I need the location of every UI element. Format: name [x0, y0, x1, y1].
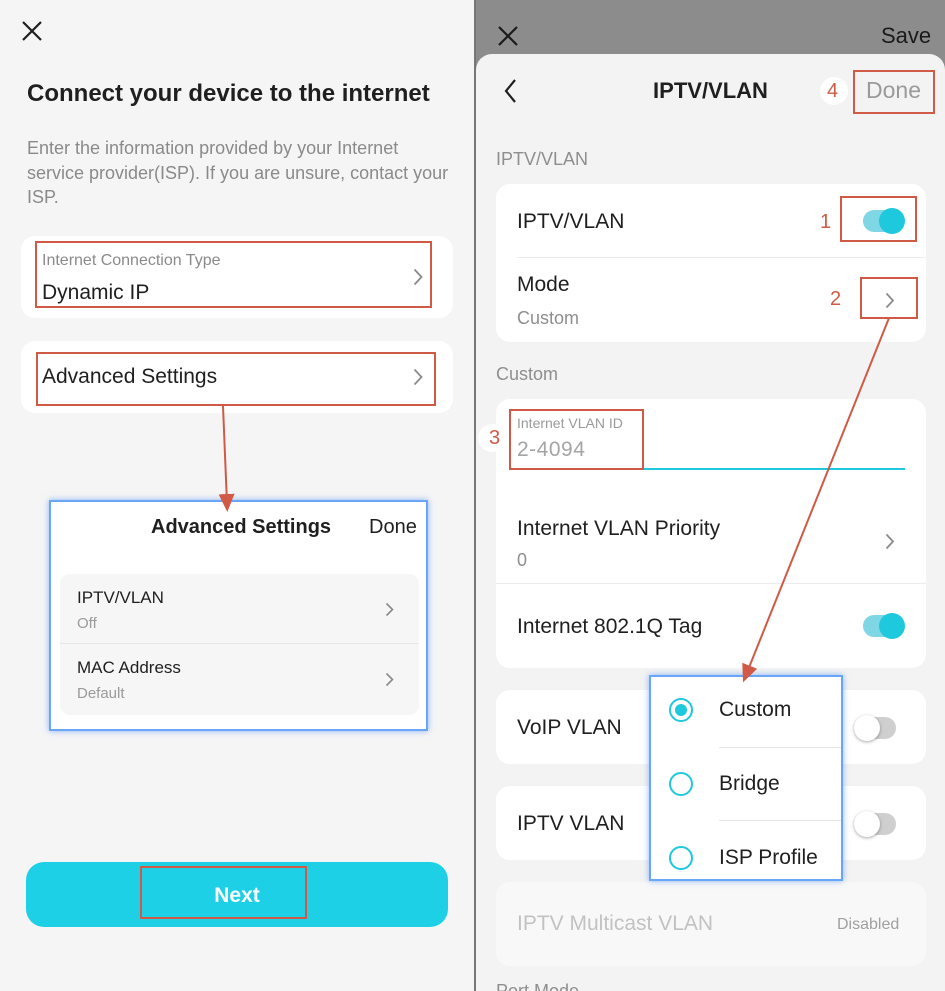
custom-card: 3 Internet VLAN ID 2-4094 Internet VLAN …	[478, 399, 926, 668]
popup-done-button[interactable]: Done	[369, 516, 417, 539]
list-item-value: Off	[77, 615, 97, 632]
close-icon[interactable]	[497, 25, 519, 47]
mode-option-bridge[interactable]: Bridge	[651, 748, 841, 820]
highlight-box	[860, 277, 918, 319]
callout-number: 1	[820, 211, 832, 233]
popup-title: Advanced Settings	[151, 516, 332, 538]
radio-checked-icon	[669, 698, 693, 722]
section-label-iptv-vlan: IPTV/VLAN	[496, 149, 589, 169]
tag-label: Internet 802.1Q Tag	[517, 615, 703, 638]
page-title: Connect your device to the internet	[27, 80, 430, 107]
option-label: Bridge	[719, 772, 780, 795]
list-item-value: Default	[77, 685, 125, 702]
close-icon[interactable]	[21, 20, 43, 42]
voip-vlan-toggle[interactable]	[854, 715, 896, 741]
iptv-vlan-label: IPTV/VLAN	[517, 210, 625, 233]
highlight-box	[35, 241, 432, 308]
connect-screen: Connect your device to the internet Ente…	[0, 0, 474, 991]
highlight-box	[36, 352, 436, 406]
radio-unchecked-icon	[669, 846, 693, 870]
list-item-mac-address[interactable]: MAC Address Default	[60, 644, 419, 715]
mode-row[interactable]: Mode Custom 2	[496, 258, 926, 342]
multicast-card: IPTV Multicast VLAN Disabled	[496, 882, 926, 966]
iptv-vlan-row-toggle[interactable]	[854, 811, 896, 837]
callout-number: 4	[827, 80, 839, 102]
list-item-label: IPTV/VLAN	[77, 588, 164, 607]
highlight-box	[853, 70, 935, 114]
save-button[interactable]: Save	[881, 23, 931, 49]
voip-vlan-label: VoIP VLAN	[517, 716, 622, 739]
vlan-priority-value: 0	[517, 550, 528, 570]
list-item-iptv-vlan[interactable]: IPTV/VLAN Off	[60, 574, 419, 644]
highlight-box	[140, 866, 307, 919]
radio-unchecked-icon	[669, 772, 693, 796]
chevron-right-icon	[885, 533, 895, 550]
mode-option-isp-profile[interactable]: ISP Profile	[651, 821, 841, 879]
port-mode-label-cutoff: Port Mode	[496, 981, 580, 991]
chevron-right-icon	[385, 672, 394, 687]
chevron-right-icon	[385, 602, 394, 617]
vlan-priority-label: Internet VLAN Priority	[517, 517, 721, 540]
multicast-label: IPTV Multicast VLAN	[517, 912, 714, 935]
option-label: Custom	[719, 698, 792, 721]
tag-toggle[interactable]	[863, 613, 905, 639]
list-item-label: MAC Address	[77, 658, 181, 677]
highlight-box	[840, 196, 917, 242]
mode-value: Custom	[517, 308, 580, 328]
mode-label: Mode	[517, 273, 570, 296]
callout-number: 3	[489, 427, 501, 449]
popup-list: IPTV/VLAN Off MAC Address Default	[60, 574, 419, 715]
iptv-vlan-row-label: IPTV VLAN	[517, 812, 625, 835]
vlan-priority-row[interactable]: Internet VLAN Priority 0	[496, 499, 926, 584]
highlight-box	[509, 409, 644, 470]
callout-number: 2	[830, 288, 842, 310]
page-description: Enter the information provided by your I…	[27, 138, 449, 207]
iptv-vlan-card: IPTV/VLAN 1 Mode Custom 2	[496, 184, 926, 342]
option-label: ISP Profile	[719, 846, 818, 869]
mode-option-custom[interactable]: Custom	[651, 677, 841, 747]
advanced-settings-popup: Advanced Settings Done IPTV/VLAN Off MAC…	[49, 500, 428, 731]
multicast-value: Disabled	[837, 916, 900, 933]
section-label-custom: Custom	[496, 364, 559, 384]
mode-options-popup: Custom Bridge ISP Profile	[649, 675, 843, 881]
